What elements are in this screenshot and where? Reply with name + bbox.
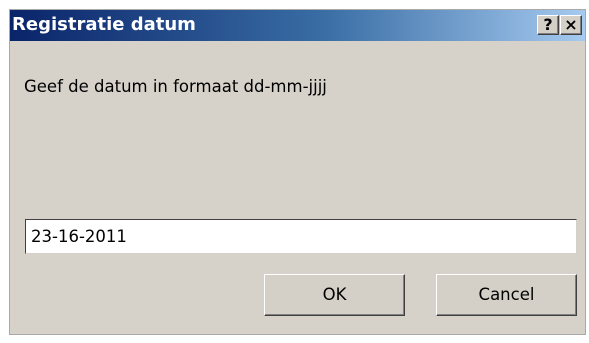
- close-icon[interactable]: ×: [560, 15, 582, 35]
- ok-button[interactable]: OK: [264, 274, 405, 316]
- prompt-label: Geef de datum in formaat dd-mm-jjjj: [24, 77, 327, 96]
- date-input[interactable]: [25, 219, 577, 254]
- help-icon[interactable]: ?: [537, 15, 559, 35]
- title-bar[interactable]: Registratie datum ? ×: [10, 10, 585, 41]
- cancel-button[interactable]: Cancel: [436, 274, 577, 316]
- input-dialog: Registratie datum ? × Geef de datum in f…: [9, 9, 586, 335]
- window-title: Registratie datum: [12, 14, 196, 35]
